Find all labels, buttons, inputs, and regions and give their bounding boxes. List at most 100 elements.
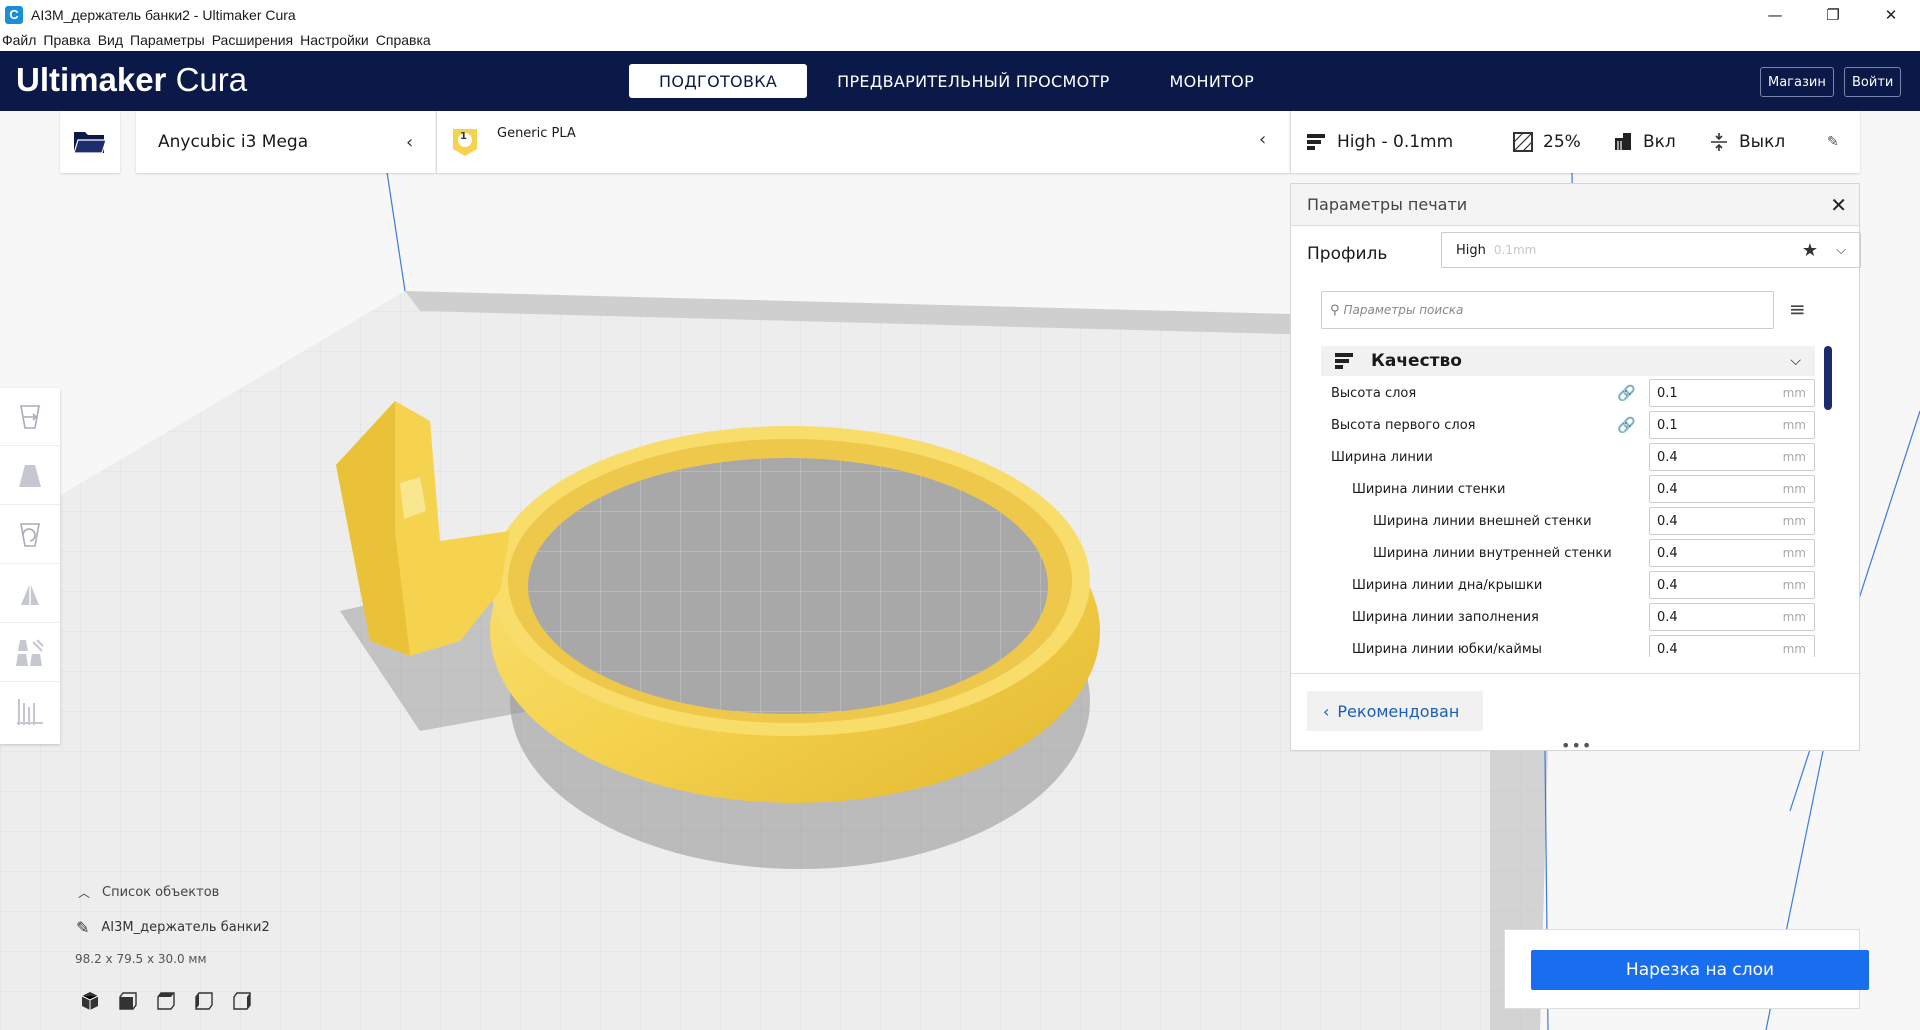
object-list-label: Список объектов xyxy=(102,885,220,900)
setting-input[interactable]: 0.4 mm xyxy=(1649,507,1815,535)
setting-input[interactable]: 0.4 mm xyxy=(1649,571,1815,599)
menu-extensions[interactable]: Расширения xyxy=(212,32,293,48)
chevron-left-icon: ‹ xyxy=(1323,701,1330,721)
support-blocker-icon xyxy=(17,699,43,725)
setting-unit: mm xyxy=(1782,610,1806,624)
panel-title: Параметры печати xyxy=(1307,195,1468,214)
quality-layers-icon xyxy=(1335,353,1353,369)
view-3d-button[interactable] xyxy=(80,990,118,1012)
per-model-settings-icon xyxy=(16,638,44,666)
resize-handle-icon[interactable]: ••• xyxy=(1561,736,1592,755)
tab-preview[interactable]: ПРЕДВАРИТЕЛЬНЫЙ ПРОСМОТР xyxy=(807,64,1139,98)
material-selector[interactable]: 1 Generic PLA ‹ xyxy=(436,111,1290,173)
open-file-button[interactable] xyxy=(60,111,120,173)
support-value: Вкл xyxy=(1643,132,1676,152)
menu-help[interactable]: Справка xyxy=(376,32,431,48)
menu-preferences[interactable]: Настройки xyxy=(300,32,369,48)
logo-bold-text: Ultimaker xyxy=(16,61,167,98)
setting-input[interactable]: 0.4 mm xyxy=(1649,539,1815,567)
category-quality[interactable]: Качество ⌵ xyxy=(1321,346,1815,376)
print-setup-summary[interactable]: High - 0.1mm 25% Вкл Выкл ✎ xyxy=(1290,111,1860,173)
slice-button[interactable]: Нарезка на слои xyxy=(1531,950,1869,990)
move-tool[interactable] xyxy=(0,388,60,446)
setting-input[interactable]: 0.1 mm xyxy=(1649,379,1815,407)
setting-input[interactable]: 0.4 mm xyxy=(1649,443,1815,471)
setting-value: 0.4 xyxy=(1657,577,1678,593)
chevron-down-icon: ⌵ xyxy=(1836,242,1846,258)
move-icon xyxy=(20,404,40,429)
menu-settings[interactable]: Параметры xyxy=(130,32,205,48)
menu-edit[interactable]: Правка xyxy=(43,32,90,48)
sign-in-button[interactable]: Войти xyxy=(1844,67,1902,97)
setting-input[interactable]: 0.1 mm xyxy=(1649,411,1815,439)
camera-view-buttons xyxy=(80,990,270,1012)
setting-unit: mm xyxy=(1782,546,1806,560)
profile-row: Профиль High 0.1mm ★ ⌵ xyxy=(1307,232,1861,268)
menu-view[interactable]: Вид xyxy=(98,32,123,48)
tab-monitor[interactable]: МОНИТОР xyxy=(1140,64,1285,98)
profile-summary[interactable]: High - 0.1mm xyxy=(1307,132,1453,152)
profile-dropdown[interactable]: High 0.1mm ★ ⌵ xyxy=(1441,232,1861,268)
slice-panel: Нарезка на слои xyxy=(1504,929,1869,1009)
setting-row: Ширина линии внутренней стенки 0.4 mm xyxy=(1291,537,1831,569)
support-summary[interactable]: Вкл xyxy=(1613,132,1676,152)
scale-tool[interactable] xyxy=(0,447,60,505)
edit-pencil-icon[interactable]: ✎ xyxy=(1827,134,1839,150)
close-window-button[interactable]: ✕ xyxy=(1862,0,1920,29)
settings-search-input[interactable]: ⚲ Параметры поиска xyxy=(1321,291,1774,329)
object-name-row[interactable]: ✎ AI3M_держатель банки2 xyxy=(76,918,270,937)
printer-selector[interactable]: Anycubic i3 Mega ‹ xyxy=(136,111,436,173)
cube-front-icon xyxy=(119,992,137,1010)
view-right-button[interactable] xyxy=(232,990,270,1012)
setting-label: Высота первого слоя xyxy=(1331,417,1476,433)
infill-icon xyxy=(1513,132,1533,152)
rotate-icon xyxy=(20,522,40,547)
support-blocker-tool[interactable] xyxy=(0,683,60,741)
folder-icon xyxy=(73,132,107,154)
material-name: Generic PLA xyxy=(497,126,576,141)
setting-label: Ширина линии юбки/каймы xyxy=(1352,641,1542,657)
cube-right-icon xyxy=(233,992,251,1010)
infill-summary[interactable]: 25% xyxy=(1513,132,1581,152)
adhesion-summary[interactable]: Выкл xyxy=(1709,132,1785,152)
maximize-button[interactable]: ❐ xyxy=(1804,0,1862,29)
marketplace-button[interactable]: Магазин xyxy=(1760,67,1834,97)
view-front-button[interactable] xyxy=(118,990,156,1012)
settings-list: Высота слоя 🔗 0.1 mm Высота первого слоя … xyxy=(1291,377,1831,657)
setting-input[interactable]: 0.4 mm xyxy=(1649,603,1815,631)
close-icon[interactable]: ✕ xyxy=(1830,193,1847,217)
setting-value: 0.4 xyxy=(1657,513,1678,529)
adhesion-value: Выкл xyxy=(1739,132,1786,152)
tab-prepare[interactable]: ПОДГОТОВКА xyxy=(629,64,808,98)
panel-divider xyxy=(1291,673,1861,674)
settings-visibility-menu-icon[interactable]: ≡ xyxy=(1789,297,1806,321)
mirror-icon xyxy=(21,580,39,607)
setting-input[interactable]: 0.4 mm xyxy=(1649,635,1815,657)
link-icon[interactable]: 🔗 xyxy=(1617,384,1636,402)
window-title: AI3M_держатель банки2 - Ultimaker Cura xyxy=(31,6,296,23)
object-list-toggle[interactable]: ︿ Список объектов xyxy=(78,884,219,901)
print-settings-panel: Параметры печати ✕ Профиль High 0.1mm ★ … xyxy=(1290,183,1861,755)
infill-value: 25% xyxy=(1543,132,1581,152)
setting-input[interactable]: 0.4 mm xyxy=(1649,475,1815,503)
printer-name: Anycubic i3 Mega xyxy=(158,132,309,152)
setting-value: 0.4 xyxy=(1657,609,1678,625)
setting-value: 0.4 xyxy=(1657,481,1678,497)
view-left-button[interactable] xyxy=(194,990,232,1012)
menu-file[interactable]: Файл xyxy=(2,32,36,48)
setting-label: Ширина линии внешней стенки xyxy=(1373,513,1592,529)
per-model-settings-tool[interactable] xyxy=(0,624,60,682)
star-icon[interactable]: ★ xyxy=(1802,240,1818,261)
adhesion-icon xyxy=(1711,133,1727,151)
setting-unit: mm xyxy=(1782,482,1806,496)
chevron-left-icon: ‹ xyxy=(1259,129,1267,150)
view-top-button[interactable] xyxy=(156,990,194,1012)
pencil-icon: ✎ xyxy=(76,918,90,937)
minimize-button[interactable]: — xyxy=(1746,0,1804,29)
setting-unit: mm xyxy=(1782,642,1806,656)
link-icon[interactable]: 🔗 xyxy=(1617,416,1636,434)
mirror-tool[interactable] xyxy=(0,565,60,623)
recommended-mode-button[interactable]: ‹ Рекомендован xyxy=(1307,691,1483,731)
support-icon xyxy=(1615,133,1631,150)
rotate-tool[interactable] xyxy=(0,506,60,564)
